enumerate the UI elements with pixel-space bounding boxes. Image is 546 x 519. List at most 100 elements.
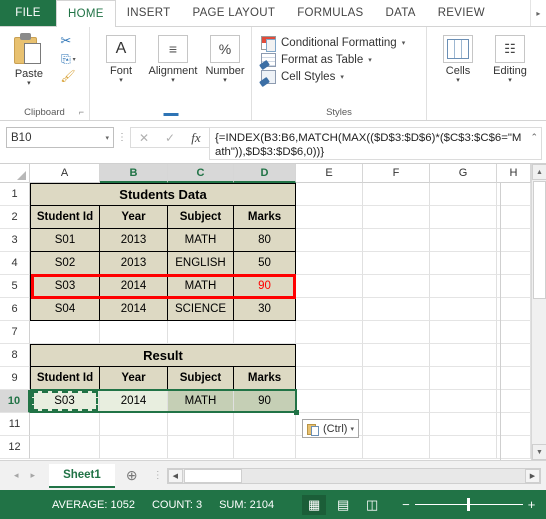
cell-d10[interactable]: 90 [234, 390, 296, 413]
clipboard-dialog-launcher-icon[interactable]: ⌐ [79, 105, 84, 120]
row-header-7[interactable]: 7 [0, 321, 30, 344]
tab-overflow-arrow-icon[interactable]: ▸ [530, 0, 546, 26]
cell-f2[interactable] [363, 206, 430, 229]
cell-a10[interactable]: S03 [30, 390, 100, 413]
paste-button[interactable]: Paste ▾ [5, 31, 53, 88]
cell-h8[interactable] [497, 344, 531, 367]
paste-dropdown-arrow-icon[interactable]: ▾ [27, 80, 31, 88]
row-header-11[interactable]: 11 [0, 413, 30, 436]
cell-e9[interactable] [296, 367, 363, 390]
name-box[interactable]: B10 ▾ [6, 127, 114, 148]
editing-dropdown-arrow-icon[interactable]: ▾ [508, 77, 512, 85]
scroll-down-icon[interactable]: ▼ [532, 444, 546, 460]
tab-data[interactable]: DATA [375, 0, 427, 26]
cell-f5[interactable] [363, 275, 430, 298]
zoom-track[interactable] [414, 498, 523, 511]
cell-f1[interactable] [363, 183, 430, 206]
cell-e10[interactable] [296, 390, 363, 413]
cell-d7[interactable] [234, 321, 296, 344]
zoom-thumb[interactable] [466, 498, 470, 511]
name-box-dropdown-arrow-icon[interactable]: ▾ [105, 134, 109, 142]
column-header-c[interactable]: C [168, 164, 234, 183]
cells-dropdown-arrow-icon[interactable]: ▾ [456, 77, 460, 85]
expand-formula-bar-icon[interactable]: ⌃ [530, 130, 538, 144]
format-painter-icon[interactable]: 🖌 [60, 69, 76, 84]
insert-function-icon[interactable]: fx [183, 130, 209, 146]
cell-h1[interactable] [497, 183, 531, 206]
row-header-10[interactable]: 10 [0, 390, 30, 413]
cell-g6[interactable] [430, 298, 497, 321]
column-header-e[interactable]: E [296, 164, 363, 183]
paste-options-arrow-icon[interactable]: ▾ [350, 425, 354, 433]
cell-g12[interactable] [430, 436, 497, 459]
column-header-g[interactable]: G [430, 164, 497, 183]
page-break-view-button[interactable]: ◫ [360, 495, 384, 515]
zoom-slider[interactable]: − + [402, 497, 535, 512]
enter-formula-icon[interactable]: ✓ [157, 131, 183, 145]
cell-h11[interactable] [497, 413, 531, 436]
cell-e4[interactable] [296, 252, 363, 275]
paste-options-button[interactable]: (Ctrl) ▾ [302, 419, 359, 438]
formula-bar-dots-icon[interactable]: ⋮ [114, 127, 130, 148]
cell-a12[interactable] [30, 436, 100, 459]
cell-f4[interactable] [363, 252, 430, 275]
cell-a1-students-data-title[interactable]: Students Data [30, 183, 296, 206]
row-header-5[interactable]: 5 [0, 275, 30, 298]
cell-b4[interactable]: 2013 [100, 252, 168, 275]
row-header-6[interactable]: 6 [0, 298, 30, 321]
cell-h6[interactable] [497, 298, 531, 321]
formula-input[interactable]: {=INDEX(B3:B6,MATCH(MAX(($D$3:$D$6)*($C$… [209, 127, 542, 160]
normal-view-button[interactable]: ▦ [302, 494, 327, 515]
cell-a6[interactable]: S04 [30, 298, 100, 321]
vertical-scrollbar[interactable]: ▲ ▼ [531, 164, 546, 460]
cell-e5[interactable] [296, 275, 363, 298]
tab-review[interactable]: REVIEW [427, 0, 496, 26]
cell-g10[interactable] [430, 390, 497, 413]
cell-g11[interactable] [430, 413, 497, 436]
tab-home[interactable]: HOME [56, 0, 116, 27]
cell-a4[interactable]: S02 [30, 252, 100, 275]
page-layout-view-button[interactable]: ▤ [331, 495, 355, 515]
cell-d12[interactable] [234, 436, 296, 459]
cell-f9[interactable] [363, 367, 430, 390]
font-button[interactable]: A Font ▾ [95, 35, 178, 116]
cell-f11[interactable] [363, 413, 430, 436]
cell-c5[interactable]: MATH [168, 275, 234, 298]
cell-styles-caret-icon[interactable]: ▾ [340, 73, 344, 81]
cell-c2-subject-header[interactable]: Subject [168, 206, 234, 229]
cell-c9-subject-header[interactable]: Subject [168, 367, 234, 390]
format-as-table-caret-icon[interactable]: ▾ [368, 56, 372, 64]
cell-d6[interactable]: 30 [234, 298, 296, 321]
cell-c6[interactable]: SCIENCE [168, 298, 234, 321]
tab-insert[interactable]: INSERT [116, 0, 182, 26]
cell-a11[interactable] [30, 413, 100, 436]
cell-h2[interactable] [497, 206, 531, 229]
number-button[interactable]: % Number ▾ [199, 35, 251, 85]
tab-page-layout[interactable]: PAGE LAYOUT [181, 0, 286, 26]
cell-h12[interactable] [497, 436, 531, 459]
row-header-2[interactable]: 2 [0, 206, 30, 229]
cell-h10[interactable] [497, 390, 531, 413]
zoom-out-icon[interactable]: − [402, 497, 410, 512]
cell-b12[interactable] [100, 436, 168, 459]
cell-a8-result-title[interactable]: Result [30, 344, 296, 367]
cell-c3[interactable]: MATH [168, 229, 234, 252]
column-header-f[interactable]: F [363, 164, 430, 183]
cell-a5[interactable]: S03 [30, 275, 100, 298]
row-header-9[interactable]: 9 [0, 367, 30, 390]
cell-g7[interactable] [430, 321, 497, 344]
tab-formulas[interactable]: FORMULAS [286, 0, 374, 26]
cell-g8[interactable] [430, 344, 497, 367]
cell-f7[interactable] [363, 321, 430, 344]
column-header-d[interactable]: D [234, 164, 296, 183]
cell-e3[interactable] [296, 229, 363, 252]
font-dropdown-arrow-icon[interactable]: ▾ [119, 77, 123, 85]
sheet-bar-dots-icon[interactable]: ⋮ [149, 470, 167, 481]
cell-d4[interactable]: 50 [234, 252, 296, 275]
previous-sheet-icon[interactable]: ◂ [14, 470, 19, 481]
cell-b5[interactable]: 2014 [100, 275, 168, 298]
cell-h7[interactable] [497, 321, 531, 344]
cell-e6[interactable] [296, 298, 363, 321]
cell-e2[interactable] [296, 206, 363, 229]
format-as-table-button[interactable]: Format as Table ▾ [261, 53, 405, 67]
